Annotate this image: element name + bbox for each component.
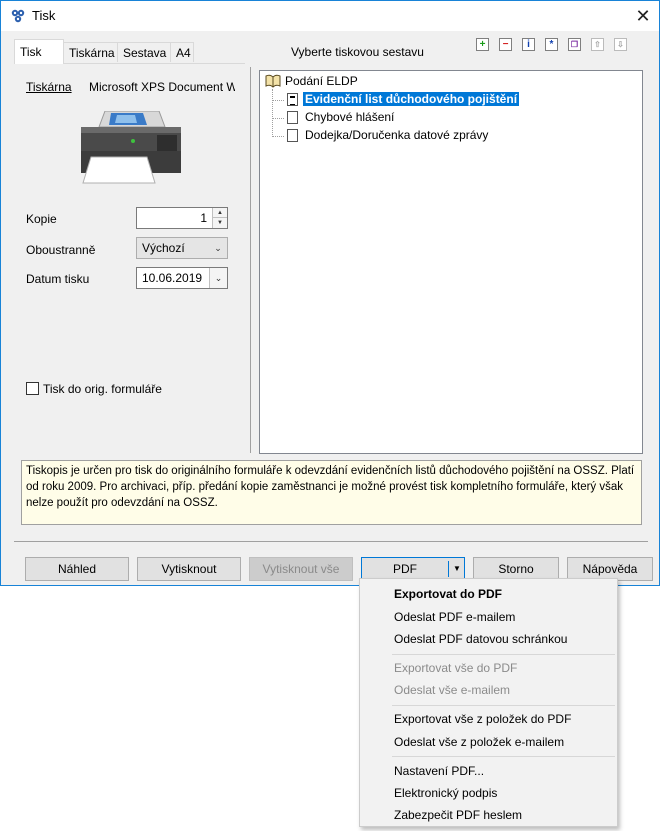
cancel-button-label: Storno [498, 562, 534, 576]
title-bar: Tisk ✕ [1, 1, 659, 31]
print-button-label: Vytisknout [161, 562, 217, 576]
book-icon [265, 74, 281, 88]
tree-item-error[interactable]: Chybové hlášení [305, 110, 394, 124]
tab-tiskarna[interactable]: Tiskárna [63, 42, 118, 62]
menu-send-pdf-databox[interactable]: Odeslat PDF datovou schránkou [394, 632, 567, 646]
copy-icon[interactable]: ❐ [568, 38, 581, 51]
report-tree[interactable]: Podání ELDP Evidenční list důchodového p… [259, 70, 643, 454]
split-divider [448, 561, 449, 577]
menu-separator [392, 705, 615, 706]
info-text: Tiskopis je určen pro tisk do originální… [21, 460, 642, 525]
tree-connector [272, 89, 273, 137]
tree-item-eldp[interactable]: Evidenční list důchodového pojištění [303, 92, 520, 106]
pdf-button-label: PDF [393, 562, 417, 576]
date-label: Datum tisku [26, 272, 90, 286]
document-icon [287, 111, 298, 124]
orig-form-checkbox[interactable] [26, 382, 39, 395]
printer-icon [81, 111, 181, 184]
duplex-label: Oboustranně [26, 243, 96, 257]
copies-value: 1 [200, 211, 207, 225]
menu-send-pdf-email[interactable]: Odeslat PDF e-mailem [394, 610, 515, 624]
menu-pdf-settings[interactable]: Nastavení PDF... [394, 764, 484, 778]
copies-label: Kopie [26, 212, 57, 226]
date-value: 10.06.2019 [142, 271, 203, 285]
tab-a4[interactable]: A4 [170, 42, 194, 62]
pdf-menu: Exportovat do PDF Odeslat PDF e-mailem O… [359, 578, 618, 827]
menu-protect-pdf[interactable]: Zabezpečit PDF heslem [394, 808, 522, 822]
copies-stepper[interactable]: 1 ▲ ▼ [136, 207, 228, 229]
separator [14, 541, 648, 542]
chevron-down-icon[interactable]: ⌄ [209, 238, 227, 258]
copies-spin[interactable]: ▲ ▼ [212, 208, 227, 228]
date-picker[interactable]: 10.06.2019 ⌄ [136, 267, 228, 289]
menu-separator [392, 756, 615, 757]
menu-export-pdf[interactable]: Exportovat do PDF [394, 587, 502, 601]
app-icon [11, 9, 25, 23]
printer-name: Microsoft XPS Document W [89, 80, 235, 94]
tree-connector [272, 118, 284, 119]
move-up-icon[interactable]: ⇧ [591, 38, 604, 51]
tree-root-label[interactable]: Podání ELDP [285, 74, 358, 88]
document-icon [287, 93, 298, 106]
move-down-icon[interactable]: ⇩ [614, 38, 627, 51]
menu-separator [392, 654, 615, 655]
print-all-button[interactable]: Vytisknout vše [249, 557, 353, 581]
remove-icon[interactable]: − [499, 38, 512, 51]
tab-tisk[interactable]: Tisk [14, 39, 64, 64]
printer-link[interactable]: Tiskárna [26, 80, 72, 94]
print-all-button-label: Vytisknout vše [262, 562, 340, 576]
menu-send-items-email[interactable]: Odeslat vše z položek e-mailem [394, 735, 564, 749]
spin-down-icon[interactable]: ▼ [213, 218, 227, 228]
tree-item-receipt[interactable]: Dodejka/Doručenka datové zprávy [305, 128, 488, 142]
print-dialog: Tisk ✕ Tisk Tiskárna Sestava A4 Tiskárna… [0, 0, 660, 586]
help-button-label: Nápověda [582, 562, 638, 576]
preview-button-label: Náhled [57, 562, 97, 576]
window-title: Tisk [32, 8, 56, 23]
info-icon[interactable]: i [522, 38, 535, 51]
chevron-down-icon[interactable]: ⌄ [209, 268, 227, 288]
menu-e-signature[interactable]: Elektronický podpis [394, 786, 497, 800]
menu-export-items-pdf[interactable]: Exportovat vše z položek do PDF [394, 712, 571, 726]
star-icon[interactable]: * [545, 38, 558, 51]
tree-connector [272, 100, 284, 101]
tree-connector [272, 136, 284, 137]
orig-form-label: Tisk do orig. formuláře [43, 382, 162, 396]
print-button[interactable]: Vytisknout [137, 557, 241, 581]
duplex-value: Výchozí [142, 241, 185, 255]
panel-divider [250, 67, 251, 453]
report-panel-title: Vyberte tiskovou sestavu [291, 45, 424, 59]
menu-export-all-pdf[interactable]: Exportovat vše do PDF [394, 661, 517, 675]
document-icon [287, 129, 298, 142]
close-icon[interactable]: ✕ [627, 3, 659, 29]
add-icon[interactable]: + [476, 38, 489, 51]
menu-send-all-email[interactable]: Odeslat vše e-mailem [394, 683, 510, 697]
spin-up-icon[interactable]: ▲ [213, 208, 227, 218]
duplex-select[interactable]: Výchozí ⌄ [136, 237, 228, 259]
preview-button[interactable]: Náhled [25, 557, 129, 581]
tab-sestava[interactable]: Sestava [117, 42, 171, 62]
dropdown-arrow-icon[interactable]: ▼ [450, 558, 464, 580]
